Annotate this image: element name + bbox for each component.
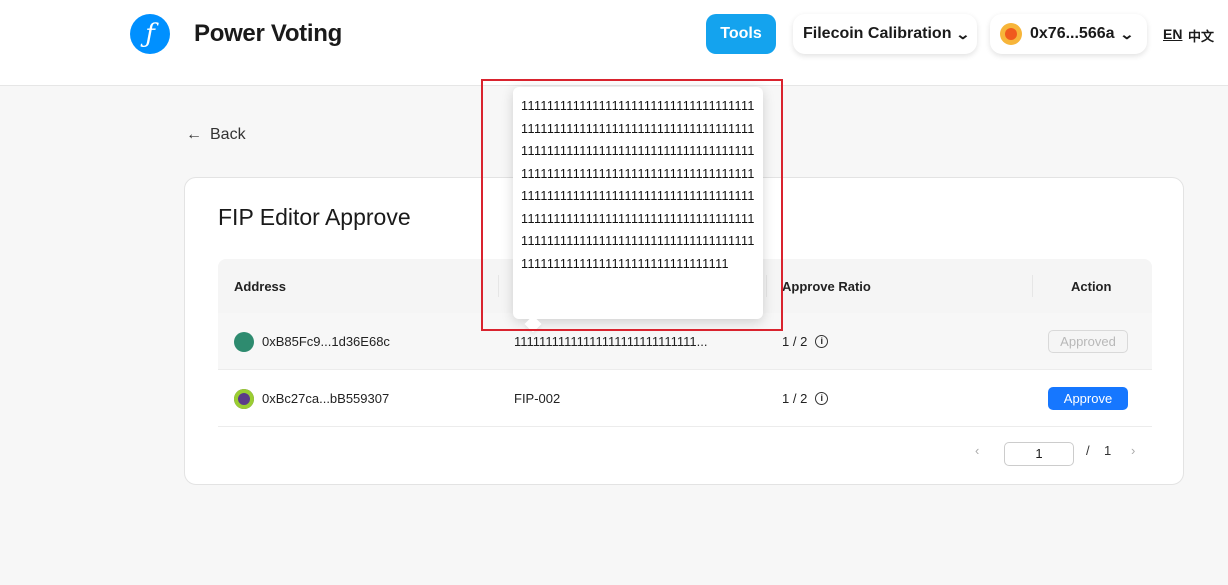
network-label: Filecoin Calibration	[803, 25, 952, 42]
info-icon[interactable]: i	[815, 335, 829, 348]
column-action: Action	[1071, 279, 1112, 294]
tools-button[interactable]: Tools	[706, 14, 776, 54]
back-label: Back	[210, 126, 246, 143]
language-zh[interactable]: 中文	[1188, 26, 1214, 45]
approved-button: Approved	[1048, 330, 1128, 353]
column-address: Address	[234, 279, 287, 294]
fip-cell[interactable]: FIP-002	[514, 391, 560, 406]
fip-cell[interactable]: 11111111111111111111111111111...	[514, 334, 708, 349]
address-cell: 0xBc27ca...bB559307	[262, 391, 390, 406]
avatar	[234, 332, 254, 352]
page-total: 1	[1104, 443, 1112, 458]
page-number-input[interactable]: 1	[1004, 442, 1074, 466]
info-icon[interactable]: i	[815, 392, 829, 405]
table-row: 0xBc27ca...bB559307 FIP-002 1 / 2 i Appr…	[218, 370, 1152, 427]
page-separator: /	[1086, 443, 1090, 458]
ratio-value: 1 / 2	[782, 334, 808, 349]
chevron-down-icon: ⌄	[955, 25, 971, 42]
approve-ratio-cell: 1 / 2 i	[782, 391, 829, 406]
highlight-box	[481, 79, 783, 331]
next-page-icon[interactable]: ›	[1131, 443, 1135, 458]
back-link[interactable]: ← Back	[186, 126, 246, 144]
network-selector[interactable]: Filecoin Calibration ⌄	[793, 14, 977, 54]
column-divider	[1032, 275, 1033, 297]
prev-page-icon[interactable]: ‹	[975, 443, 979, 458]
filecoin-logo-icon[interactable]: ƒ	[130, 14, 170, 54]
app-title[interactable]: Power Voting	[194, 20, 342, 48]
avatar	[234, 389, 254, 409]
account-avatar	[1000, 23, 1022, 45]
page-title: FIP Editor Approve	[218, 204, 411, 230]
account-button[interactable]: 0x76...566a ⌄	[990, 14, 1147, 54]
approve-ratio-cell: 1 / 2 i	[782, 334, 829, 349]
arrow-left-icon: ←	[186, 126, 202, 143]
top-header: ƒ Power Voting Tools Filecoin Calibratio…	[0, 0, 1228, 86]
chevron-down-icon: ⌄	[1118, 25, 1135, 42]
approve-button[interactable]: Approve	[1048, 387, 1128, 410]
ratio-value: 1 / 2	[782, 391, 808, 406]
address-cell: 0xB85Fc9...1d36E68c	[262, 334, 390, 349]
column-approve-ratio: Approve Ratio	[782, 279, 871, 294]
language-en[interactable]: EN	[1163, 26, 1182, 42]
account-address: 0x76...566a	[1030, 25, 1115, 42]
